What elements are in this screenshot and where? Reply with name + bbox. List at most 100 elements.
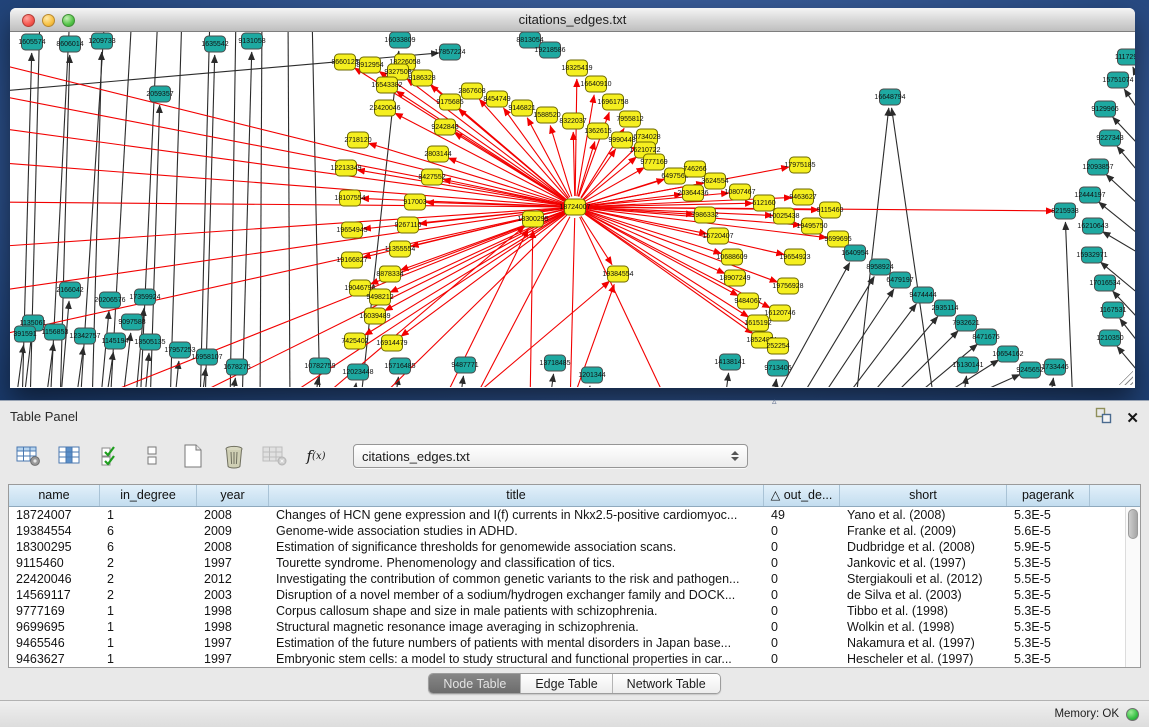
table-mode-icon[interactable] <box>15 443 43 469</box>
citation-edge-red[interactable] <box>530 230 533 387</box>
citation-edge-black[interactable] <box>1124 89 1135 130</box>
cell-name[interactable]: 9465546 <box>9 635 100 651</box>
citation-edge-black[interactable] <box>231 378 235 387</box>
cell-title[interactable]: Embryonic stem cells: a model to study s… <box>269 651 764 667</box>
cell-name[interactable]: 9777169 <box>9 603 100 619</box>
float-panel-icon[interactable] <box>1095 407 1112 429</box>
cell-indegree[interactable]: 6 <box>100 539 197 555</box>
citation-edge-black[interactable] <box>945 374 1020 387</box>
cell-indegree[interactable]: 2 <box>100 555 197 571</box>
cell-pagerank[interactable]: 5.3E-5 <box>1007 635 1090 651</box>
close-panel-icon[interactable]: ✕ <box>1126 411 1139 426</box>
cell-short[interactable]: Wolkin et al. (1998) <box>840 619 1007 635</box>
citation-edge-red[interactable] <box>581 149 615 198</box>
citation-edge-black[interactable] <box>1117 146 1135 188</box>
cell-title[interactable]: Investigating the contribution of common… <box>269 571 764 587</box>
cell-year[interactable]: 1997 <box>197 555 269 571</box>
cell-short[interactable]: Stergiakouli et al. (2012) <box>840 571 1007 587</box>
cell-year[interactable]: 2008 <box>197 507 269 523</box>
table-row[interactable]: 911546021997Tourette syndrome. Phenomeno… <box>9 555 1140 571</box>
citation-edge-black[interactable] <box>200 32 210 387</box>
citation-edge-red[interactable] <box>550 126 572 197</box>
new-column-icon[interactable] <box>179 443 207 469</box>
cell-year[interactable]: 1998 <box>197 603 269 619</box>
tab-edge-table[interactable]: Edge Table <box>521 674 612 693</box>
citation-network-graph[interactable]: 1872400718300295866012389129541822605893… <box>10 32 1135 387</box>
citation-edge-black[interactable] <box>205 55 215 387</box>
column-header-short[interactable]: short <box>840 485 1007 506</box>
citation-edge-black[interactable] <box>772 379 776 387</box>
network-canvas[interactable]: 1872400718300295866012389129541822605893… <box>10 32 1135 387</box>
cell-name[interactable]: 9463627 <box>9 651 100 667</box>
cell-short[interactable]: Dudbridge et al. (2008) <box>840 539 1007 555</box>
column-header-indegree[interactable]: in_degree <box>100 485 197 506</box>
table-row[interactable]: 1872400712008Changes of HCN gene express… <box>9 507 1140 523</box>
cell-year[interactable]: 1997 <box>197 651 269 667</box>
cell-indegree[interactable]: 1 <box>100 507 197 523</box>
citation-edge-black[interactable] <box>1065 222 1073 387</box>
cell-outde[interactable]: 0 <box>764 603 840 619</box>
column-header-year[interactable]: year <box>197 485 269 506</box>
cell-indegree[interactable]: 1 <box>100 619 197 635</box>
cell-title[interactable]: Disruption of a novel member of a sodium… <box>269 587 764 603</box>
citation-edge-black[interactable] <box>549 374 554 387</box>
citation-edge-black[interactable] <box>1106 174 1135 217</box>
citation-edge-black[interactable] <box>201 368 206 387</box>
scrollbar-thumb[interactable] <box>1128 509 1138 539</box>
cell-title[interactable]: Estimation of significance thresholds fo… <box>269 539 764 555</box>
citation-edge-red[interactable] <box>573 132 574 196</box>
cell-outde[interactable]: 0 <box>764 555 840 571</box>
cell-outde[interactable]: 0 <box>764 571 840 587</box>
table-row[interactable]: 946554611997Estimation of the future num… <box>9 635 1140 651</box>
cell-pagerank[interactable]: 5.3E-5 <box>1007 507 1090 523</box>
table-selector-dropdown[interactable]: citations_edges.txt <box>353 444 748 468</box>
tab-network-table[interactable]: Network Table <box>613 674 720 693</box>
citation-edge-black[interactable] <box>459 376 463 387</box>
table-row[interactable]: 1938455462009Genome-wide association stu… <box>9 523 1140 539</box>
cell-title[interactable]: Corpus callosum shape and size in male p… <box>269 603 764 619</box>
cell-pagerank[interactable]: 5.9E-5 <box>1007 539 1090 555</box>
cell-name[interactable]: 19384554 <box>9 523 100 539</box>
cell-name[interactable]: 9115460 <box>9 555 100 571</box>
cell-outde[interactable]: 0 <box>764 635 840 651</box>
citation-edge-black[interactable] <box>230 32 236 387</box>
citation-edge-red[interactable] <box>584 157 637 200</box>
citation-edge-black[interactable] <box>1049 378 1053 387</box>
table-row[interactable]: 969969511998Structural magnetic resonanc… <box>9 619 1140 635</box>
citation-edge-black[interactable] <box>352 383 356 387</box>
delete-column-icon[interactable] <box>220 443 248 469</box>
cell-outde[interactable]: 0 <box>764 539 840 555</box>
table-scrollbar[interactable] <box>1125 507 1140 667</box>
cell-short[interactable]: Nakamura et al. (1997) <box>840 635 1007 651</box>
cell-year[interactable]: 2008 <box>197 539 269 555</box>
cell-pagerank[interactable]: 5.3E-5 <box>1007 587 1090 603</box>
cell-name[interactable]: 18724007 <box>9 507 100 523</box>
cell-year[interactable]: 1997 <box>197 635 269 651</box>
cell-indegree[interactable]: 1 <box>100 635 197 651</box>
cell-indegree[interactable]: 2 <box>100 587 197 603</box>
cell-title[interactable]: Estimation of the future numbers of pati… <box>269 635 764 651</box>
cell-title[interactable]: Structural magnetic resonance image aver… <box>269 619 764 635</box>
table-row[interactable]: 1456911722003Disruption of a novel membe… <box>9 587 1140 603</box>
table-row[interactable]: 2242004622012Investigating the contribut… <box>9 571 1140 587</box>
column-header-pagerank[interactable]: pagerank <box>1007 485 1090 506</box>
citation-edge-black[interactable] <box>881 331 958 387</box>
cell-title[interactable]: Genome-wide association studies in ADHD. <box>269 523 764 539</box>
cell-name[interactable]: 22420046 <box>9 571 100 587</box>
splitter-handle-icon[interactable]: ▵ <box>772 396 777 407</box>
cell-indegree[interactable]: 1 <box>100 651 197 667</box>
cell-year[interactable]: 1998 <box>197 619 269 635</box>
row-select-icon[interactable] <box>97 443 125 469</box>
cell-indegree[interactable]: 6 <box>100 523 197 539</box>
citation-edge-black[interactable] <box>260 32 262 387</box>
cell-short[interactable]: Jankovic et al. (1997) <box>840 555 1007 571</box>
citation-edge-black[interactable] <box>724 373 729 387</box>
cell-pagerank[interactable]: 5.5E-5 <box>1007 571 1090 587</box>
cell-outde[interactable]: 49 <box>764 507 840 523</box>
cell-entry-icon[interactable] <box>138 443 166 469</box>
cell-year[interactable]: 2003 <box>197 587 269 603</box>
cell-pagerank[interactable]: 5.3E-5 <box>1007 619 1090 635</box>
cell-pagerank[interactable]: 5.3E-5 <box>1007 555 1090 571</box>
cell-title[interactable]: Tourette syndrome. Phenomenology and cla… <box>269 555 764 571</box>
table-row[interactable]: 977716911998Corpus callosum shape and si… <box>9 603 1140 619</box>
